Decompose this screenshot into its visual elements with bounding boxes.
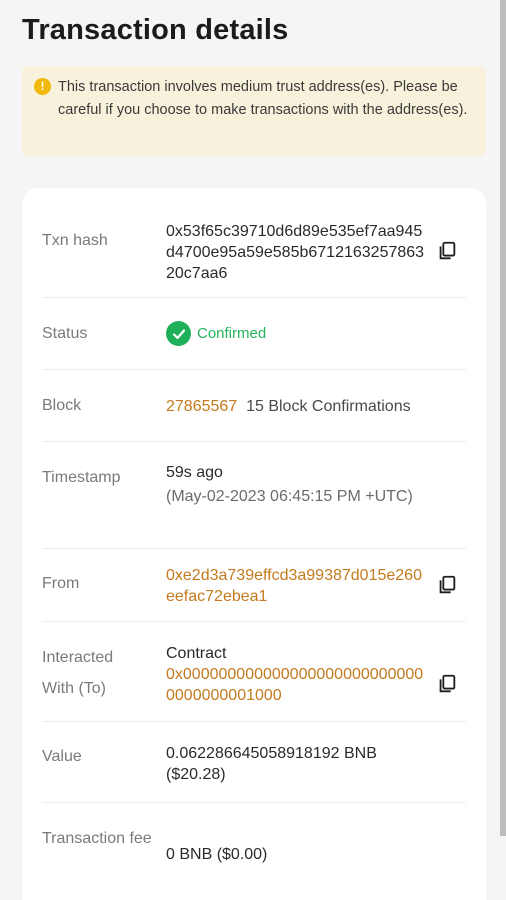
row-block: Block 27865567 15 Block Confirmations: [42, 370, 466, 442]
row-transaction-fee: Transaction fee 0 BNB ($0.00): [42, 803, 466, 900]
row-from: From 0xe2d3a739effcd3a99387d015e260eefac…: [42, 549, 466, 622]
copy-icon[interactable]: [436, 574, 458, 596]
block-number-link[interactable]: 27865567: [166, 398, 237, 415]
row-txn-hash: Txn hash 0x53f65c39710d6d89e535ef7aa945d…: [42, 188, 466, 298]
exclamation-icon: !: [34, 78, 51, 95]
to-type: Contract: [166, 645, 227, 662]
page-title: Transaction details: [22, 14, 289, 46]
value-label: Value: [42, 748, 82, 765]
timestamp-absolute: (May-02-2023 06:45:15 PM +UTC): [166, 488, 413, 505]
fee-value: 0 BNB ($0.00): [166, 846, 268, 863]
timestamp-value: 59s ago (May-02-2023 06:45:15 PM +UTC): [166, 462, 416, 507]
transaction-details-page: Transaction details ! This transaction i…: [0, 0, 506, 900]
row-interacted-with: Interacted With (To) Contract 0x00000000…: [42, 622, 466, 722]
status-label: Status: [42, 325, 88, 342]
value-amount: 0.062286645058918192 BNB ($20.28): [166, 743, 377, 785]
trust-warning-banner: ! This transaction involves medium trust…: [22, 66, 486, 156]
txn-hash-value[interactable]: 0x53f65c39710d6d89e535ef7aa945d4700e95a5…: [166, 221, 426, 284]
row-value: Value 0.062286645058918192 BNB ($20.28): [42, 722, 466, 803]
fee-label: Transaction fee: [42, 830, 152, 847]
warning-text: This transaction involves medium trust a…: [58, 79, 468, 118]
copy-icon[interactable]: [436, 673, 458, 695]
value-bnb: 0.062286645058918192 BNB: [166, 745, 377, 762]
to-value: Contract 0x00000000000000000000000000000…: [166, 643, 426, 706]
from-address-link[interactable]: 0xe2d3a739effcd3a99387d015e260eefac72ebe…: [166, 565, 426, 607]
to-address-link[interactable]: 0x00000000000000000000000000000000000010…: [166, 664, 426, 706]
from-label: From: [42, 575, 80, 592]
timestamp-label: Timestamp: [42, 469, 121, 486]
copy-icon[interactable]: [436, 240, 458, 262]
block-label: Block: [42, 397, 82, 414]
scrollbar[interactable]: [500, 0, 506, 836]
details-card: Txn hash 0x53f65c39710d6d89e535ef7aa945d…: [22, 188, 486, 900]
check-circle-icon: [166, 321, 191, 346]
block-confirmations: 15 Block Confirmations: [246, 398, 411, 415]
timestamp-relative: 59s ago: [166, 464, 223, 481]
status-badge: Confirmed: [166, 321, 266, 346]
row-status: Status Confirmed: [42, 298, 466, 370]
status-text: Confirmed: [197, 325, 267, 342]
txn-hash-label: Txn hash: [42, 232, 108, 249]
to-label: Interacted With (To): [42, 649, 114, 697]
block-value: 27865567 15 Block Confirmations: [166, 396, 411, 417]
value-fiat: ($20.28): [166, 766, 226, 783]
row-timestamp: Timestamp 59s ago (May-02-2023 06:45:15 …: [42, 442, 466, 549]
